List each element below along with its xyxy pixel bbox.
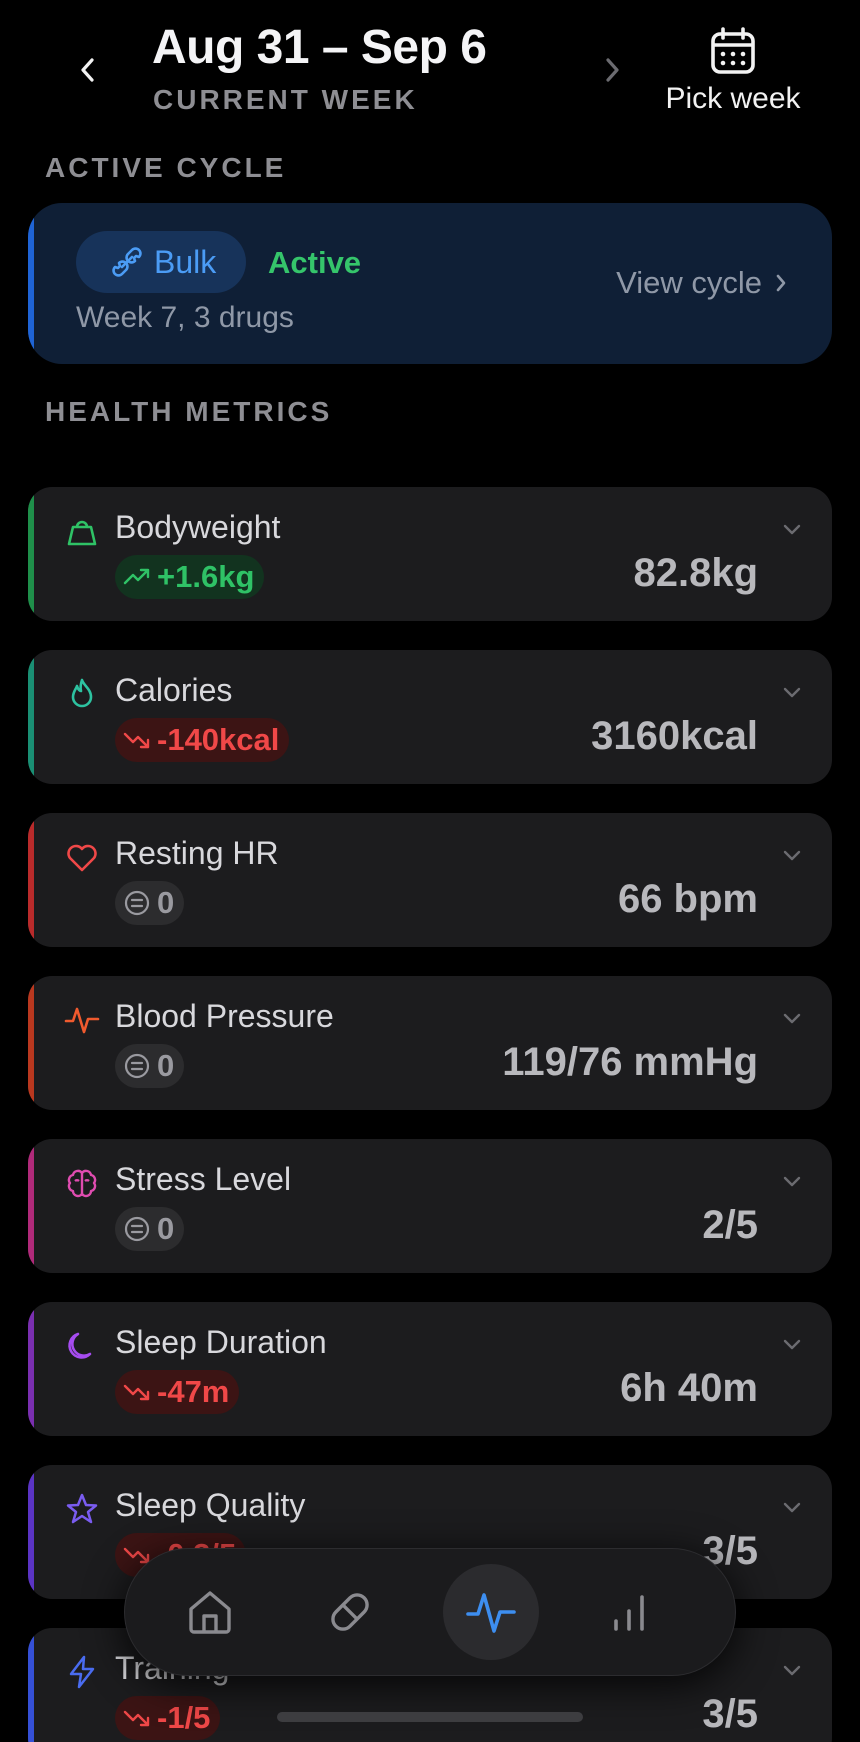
cycle-type-pill: Bulk (76, 231, 247, 293)
pill-icon (331, 1593, 369, 1631)
metric-accent-bar (28, 1628, 34, 1742)
cycle-status: Active (268, 245, 362, 280)
metric-delta-badge: +1.6kg (115, 555, 265, 599)
metric-delta-badge: 0 (115, 1207, 185, 1251)
chevron-down-icon[interactable] (780, 517, 804, 541)
moon-icon (64, 1328, 100, 1364)
metric-delta-badge: -140kcal (115, 718, 290, 762)
trend-down-icon (123, 730, 151, 750)
tab-stats[interactable] (581, 1564, 677, 1660)
brain-icon (64, 1165, 100, 1201)
chevron-right-icon (776, 274, 786, 292)
chevron-down-icon[interactable] (780, 1495, 804, 1519)
metric-card-blood-pressure[interactable]: Blood Pressure 0 119/76 mmHg (28, 976, 832, 1110)
bar-chart-icon (614, 1595, 644, 1631)
metric-accent-bar (28, 813, 34, 947)
metric-value: 2/5 (702, 1203, 758, 1247)
health-metrics-section-label: HEALTH METRICS (45, 396, 333, 427)
metric-delta-value: +1.6kg (157, 559, 255, 594)
week-subtitle: CURRENT WEEK (153, 84, 418, 115)
no-change-icon (123, 1215, 151, 1243)
tab-medications[interactable] (302, 1564, 398, 1660)
view-cycle-label: View cycle (616, 265, 762, 300)
metric-value: 3160kcal (591, 714, 758, 758)
metric-delta-badge: 0 (115, 1044, 185, 1088)
metric-card-stress-level[interactable]: Stress Level 0 2/5 (28, 1139, 832, 1273)
bottom-tab-bar (124, 1548, 736, 1676)
trend-down-icon (123, 1382, 151, 1402)
metric-accent-bar (28, 976, 34, 1110)
metric-title: Bodyweight (115, 509, 281, 545)
heart-icon (64, 839, 100, 875)
metric-title: Sleep Duration (115, 1324, 327, 1360)
chevron-down-icon[interactable] (780, 843, 804, 867)
metric-delta-value: -140kcal (157, 722, 280, 757)
star-icon (64, 1491, 100, 1527)
cycle-meta: Week 7, 3 drugs (76, 301, 294, 334)
metric-accent-bar (28, 650, 34, 784)
metric-title: Stress Level (115, 1161, 292, 1197)
metric-value: 119/76 mmHg (502, 1040, 758, 1084)
metric-value: 66 bpm (617, 877, 758, 921)
dumbbell-icon (112, 247, 142, 277)
week-header: Aug 31 – Sep 6 CURRENT WEEK Pick week (0, 0, 860, 130)
week-range-title: Aug 31 – Sep 6 (152, 21, 487, 74)
home-icon (189, 1591, 231, 1634)
chevron-down-icon[interactable] (780, 1006, 804, 1030)
metric-delta-value: -47m (157, 1374, 230, 1409)
metric-delta-value: 0 (157, 885, 175, 920)
metric-accent-bar (28, 1465, 34, 1599)
metric-delta-value: 0 (157, 1048, 175, 1083)
metric-value: 82.8kg (633, 551, 758, 595)
metric-delta-badge: -1/5 (115, 1696, 221, 1740)
metric-accent-bar (28, 1302, 34, 1436)
metric-title: Resting HR (115, 835, 279, 871)
previous-week-button[interactable] (70, 52, 106, 88)
pick-week-label: Pick week (665, 82, 801, 115)
metric-value: 3/5 (702, 1692, 758, 1736)
metric-accent-bar (28, 487, 34, 621)
activity-icon (466, 1593, 516, 1633)
view-cycle-link[interactable]: View cycle (616, 265, 788, 301)
chevron-left-icon (81, 58, 94, 82)
trend-down-icon (123, 1708, 151, 1728)
weight-icon (64, 513, 100, 549)
next-week-button[interactable] (594, 52, 630, 88)
active-cycle-card[interactable]: Bulk Active Week 7, 3 drugs View cycle (28, 203, 832, 364)
chevron-right-icon (606, 58, 619, 82)
metric-value: 6h 40m (620, 1366, 758, 1410)
metric-delta-badge: 0 (115, 881, 185, 925)
tab-health[interactable] (443, 1564, 539, 1660)
metric-title: Calories (115, 672, 233, 708)
metric-card-sleep-duration[interactable]: Sleep Duration -47m 6h 40m (28, 1302, 832, 1436)
pick-week-button[interactable]: Pick week (655, 26, 811, 116)
tab-home[interactable] (162, 1564, 258, 1660)
flame-icon (64, 676, 100, 712)
no-change-icon (123, 1052, 151, 1080)
home-indicator (277, 1712, 583, 1722)
metric-card-resting-hr[interactable]: Resting HR 0 66 bpm (28, 813, 832, 947)
chevron-down-icon[interactable] (780, 1658, 804, 1682)
trend-up-icon (123, 567, 151, 587)
metric-accent-bar (28, 1139, 34, 1273)
metric-delta-badge: -47m (115, 1370, 240, 1414)
cycle-name: Bulk (154, 243, 217, 280)
activity-icon (64, 1002, 100, 1038)
calendar-icon (711, 27, 755, 74)
metric-title: Blood Pressure (115, 998, 334, 1034)
metric-card-bodyweight[interactable]: Bodyweight +1.6kg 82.8kg (28, 487, 832, 621)
metric-title: Sleep Quality (115, 1487, 306, 1523)
metric-delta-value: 0 (157, 1211, 175, 1246)
chevron-down-icon[interactable] (780, 1169, 804, 1193)
metric-delta-value: -1/5 (157, 1700, 211, 1735)
metric-card-calories[interactable]: Calories -140kcal 3160kcal (28, 650, 832, 784)
active-cycle-section-label: ACTIVE CYCLE (45, 152, 287, 183)
chevron-down-icon[interactable] (780, 1332, 804, 1356)
no-change-icon (123, 889, 151, 917)
chevron-down-icon[interactable] (780, 680, 804, 704)
lightning-icon (64, 1654, 100, 1690)
